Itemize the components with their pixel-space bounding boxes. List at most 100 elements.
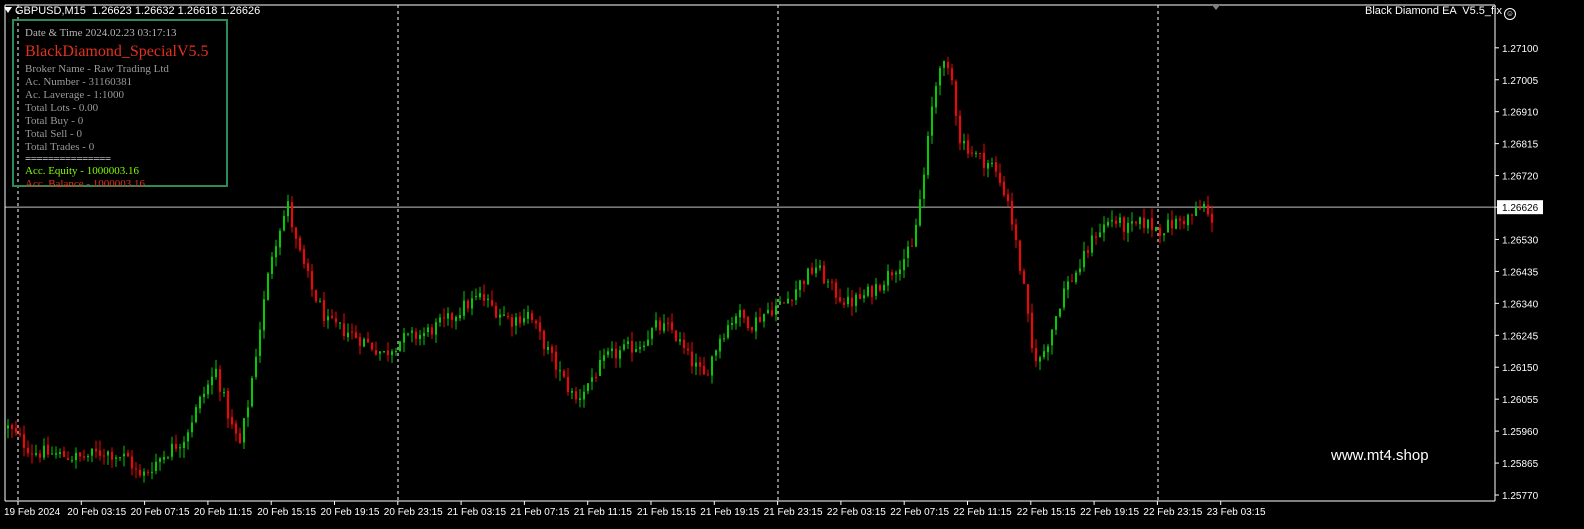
- candle-body: [355, 332, 357, 338]
- candle-body: [27, 447, 29, 454]
- candle-body: [995, 162, 997, 172]
- candle-body: [471, 298, 473, 309]
- panel-total-lots: Total Lots - 0.00: [25, 102, 99, 114]
- candle-body: [631, 340, 633, 353]
- candle-body: [895, 272, 897, 275]
- candle-body: [663, 323, 665, 332]
- candle-body: [223, 391, 225, 394]
- menu-triangle-icon[interactable]: [4, 7, 12, 13]
- candle-body: [759, 316, 761, 322]
- candle-body: [1047, 346, 1049, 353]
- candle-body: [375, 350, 377, 355]
- candle-body: [807, 268, 809, 285]
- candle-body: [151, 471, 153, 473]
- time-tick-label: 22 Feb 07:15: [890, 507, 949, 518]
- candle-body: [815, 267, 817, 274]
- candle-body: [1171, 219, 1173, 229]
- candle-body: [659, 320, 661, 331]
- candle-body: [1207, 205, 1209, 215]
- chart-shift-marker[interactable]: [1212, 5, 1220, 10]
- candle-body: [943, 61, 945, 68]
- candle-body: [275, 246, 277, 258]
- time-tick-label: 20 Feb 03:15: [67, 507, 126, 518]
- candle-body: [39, 453, 41, 458]
- candle-body: [891, 272, 893, 276]
- time-tick-label: 20 Feb 15:15: [257, 507, 316, 518]
- time-tick-label: 21 Feb 15:15: [637, 507, 696, 518]
- candle-body: [931, 106, 933, 136]
- candle-body: [167, 457, 169, 459]
- candle-body: [567, 377, 569, 392]
- candle-body: [1175, 218, 1177, 229]
- candle-body: [199, 396, 201, 409]
- candle-body: [867, 286, 869, 296]
- candle-body: [607, 351, 609, 355]
- candle-body: [591, 377, 593, 382]
- candle-body: [551, 346, 553, 353]
- candle-body: [727, 325, 729, 338]
- candle-body: [955, 81, 957, 116]
- candle-body: [847, 296, 849, 305]
- price-tick-label: 1.26435: [1502, 267, 1539, 278]
- candle-body: [23, 434, 25, 448]
- price-tick-label: 1.26150: [1502, 363, 1539, 374]
- candle-body: [539, 322, 541, 332]
- symbol-header[interactable]: GBPUSD,M15 1.26623 1.26632 1.26618 1.266…: [4, 5, 260, 17]
- candle-body: [63, 450, 65, 458]
- candle-body: [739, 310, 741, 318]
- smiley-icon[interactable]: ☺: [1504, 8, 1516, 20]
- candle-body: [371, 342, 373, 350]
- candle-body: [1143, 217, 1145, 229]
- candle-body: [359, 337, 361, 346]
- candle-body: [407, 333, 409, 335]
- candle-body: [843, 302, 845, 305]
- candle-body: [211, 376, 213, 386]
- candle-body: [1159, 228, 1161, 236]
- candle-body: [203, 393, 205, 398]
- candle-body: [391, 351, 393, 356]
- candle-body: [655, 320, 657, 328]
- candle-body: [1091, 235, 1093, 253]
- candle-body: [1035, 348, 1037, 362]
- expert-advisor-label[interactable]: Black Diamond EA V5.5_fix ☺: [1365, 5, 1516, 20]
- candle-body: [971, 152, 973, 154]
- candle-body: [295, 227, 297, 239]
- candle-body: [1107, 221, 1109, 226]
- candle-body: [671, 322, 673, 330]
- candle-body: [207, 384, 209, 395]
- candle-body: [1151, 218, 1153, 230]
- candle-body: [127, 452, 129, 457]
- candle-body: [523, 318, 525, 323]
- time-tick-label: 22 Feb 23:15: [1143, 507, 1202, 518]
- candle-body: [399, 341, 401, 352]
- candle-body: [923, 174, 925, 199]
- panel-account-number: Ac. Number - 31160381: [25, 76, 133, 88]
- candle-body: [247, 407, 249, 418]
- candle-body: [95, 448, 97, 452]
- candle-body: [91, 448, 93, 456]
- ea-title: Black Diamond EA V5.5_fix: [1365, 5, 1502, 17]
- candle-body: [595, 376, 597, 378]
- time-tick-label: 21 Feb 23:15: [764, 507, 823, 518]
- price-tick-label: 1.26910: [1502, 108, 1539, 119]
- candle-body: [1155, 227, 1157, 231]
- candle-body: [831, 281, 833, 283]
- time-tick-label: 21 Feb 11:15: [574, 507, 633, 518]
- candle-body: [1099, 232, 1101, 238]
- candle-body: [343, 323, 345, 337]
- candle-body: [179, 447, 181, 449]
- candle-body: [731, 323, 733, 325]
- candle-body: [183, 442, 185, 448]
- candle-body: [803, 280, 805, 284]
- candle-body: [735, 316, 737, 324]
- candle-body: [503, 314, 505, 316]
- candle-body: [15, 428, 17, 433]
- candle-body: [431, 327, 433, 335]
- candle-body: [515, 317, 517, 326]
- candle-body: [455, 316, 457, 322]
- candle-body: [307, 263, 309, 271]
- candle-body: [395, 351, 397, 353]
- candle-body: [311, 270, 313, 290]
- candle-body: [599, 359, 601, 376]
- time-tick-label: 22 Feb 15:15: [1017, 507, 1076, 518]
